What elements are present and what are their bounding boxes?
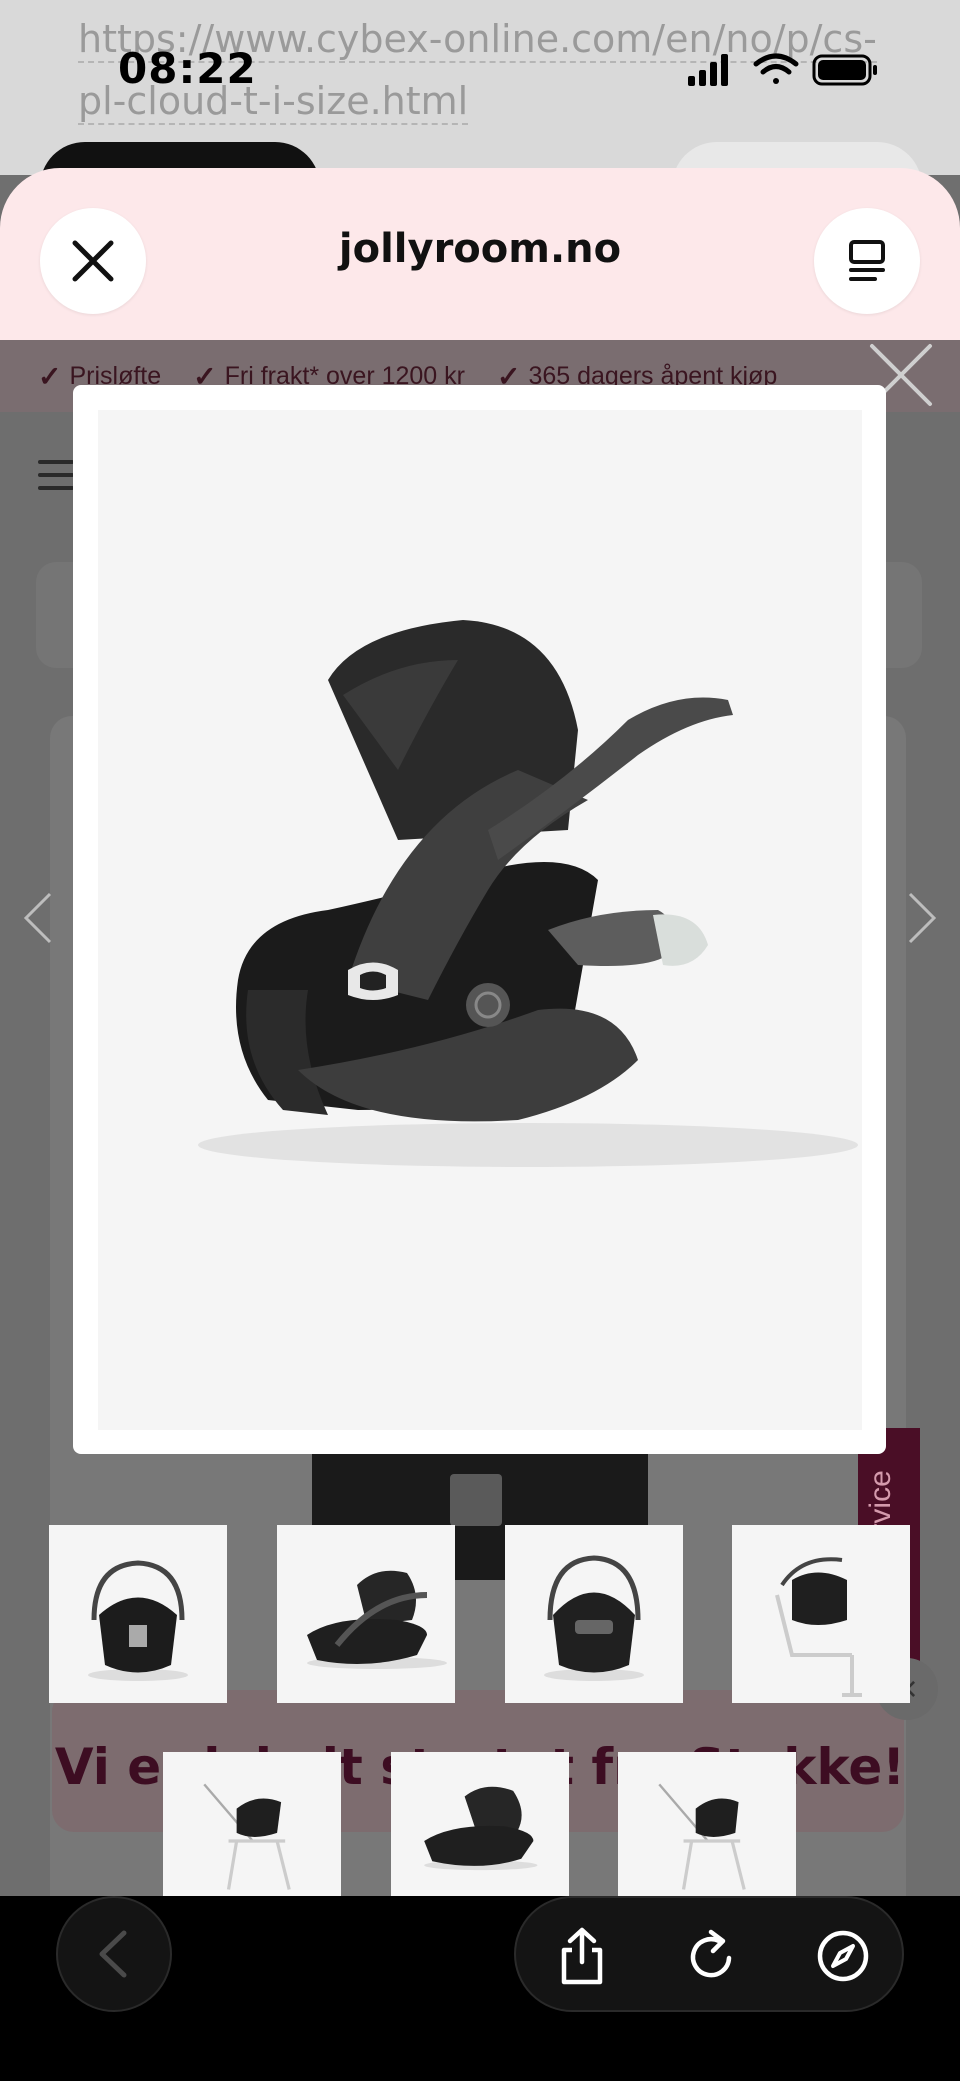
reader-icon xyxy=(849,240,885,281)
thumbnail-on-stroller-view[interactable] xyxy=(163,1752,341,1896)
thumbnail-on-base-view[interactable] xyxy=(732,1525,910,1703)
check-icon: ✓ xyxy=(38,360,62,392)
status-time: 08:22 xyxy=(118,44,257,93)
reader-button[interactable] xyxy=(814,208,920,314)
previous-image-button[interactable] xyxy=(18,890,58,946)
product-main-image xyxy=(98,410,862,1430)
share-button[interactable] xyxy=(550,1924,614,1988)
back-icon xyxy=(99,1930,127,1978)
chevron-left-icon xyxy=(23,892,52,944)
menu-icon xyxy=(38,460,74,490)
signal-icon xyxy=(688,54,728,86)
thumbnail-front-view[interactable] xyxy=(49,1525,227,1703)
thumbnail-side-view-2[interactable] xyxy=(391,1752,569,1896)
status-icons xyxy=(686,50,886,90)
chevron-right-icon xyxy=(908,892,937,944)
toolbar-actions xyxy=(514,1896,904,2012)
thumbnail-on-stroller-view-2[interactable] xyxy=(618,1752,796,1896)
reload-icon xyxy=(690,1929,732,1978)
share-icon xyxy=(561,1927,603,1985)
compass-button[interactable] xyxy=(811,1924,875,1988)
thumbnail-side-view[interactable] xyxy=(277,1525,455,1703)
back-button[interactable] xyxy=(56,1896,172,2012)
car-seat-image xyxy=(198,620,858,1167)
next-image-button[interactable] xyxy=(902,890,942,946)
wifi-icon xyxy=(753,53,799,84)
compass-icon xyxy=(817,1930,869,1982)
thumbnail-rear-view[interactable] xyxy=(505,1525,683,1703)
battery-icon xyxy=(812,54,877,86)
reload-button[interactable] xyxy=(679,1924,743,1988)
